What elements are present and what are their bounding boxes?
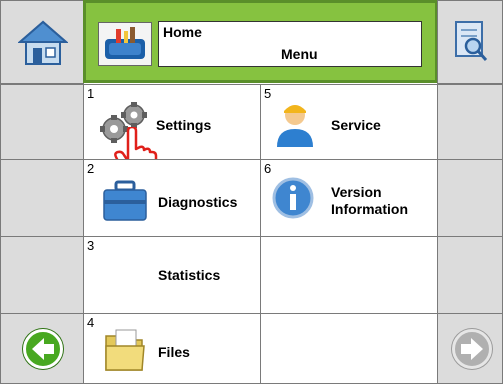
menu-item-label: Version Information [331, 184, 408, 217]
menu-item-service[interactable]: 5 Service [260, 84, 438, 160]
mailbox-icon [98, 22, 152, 66]
menu-item-number: 2 [87, 161, 95, 176]
menu-item-label: Diagnostics [158, 194, 238, 210]
page-subtitle: Menu [281, 46, 318, 62]
house-icon [18, 20, 68, 65]
menu-item-label: Statistics [158, 267, 221, 283]
document-search-button[interactable] [437, 0, 503, 84]
folder-icon [105, 329, 145, 371]
document-search-icon [455, 21, 488, 61]
menu-item-number: 3 [87, 238, 95, 253]
header-bar: Home Menu [83, 0, 438, 83]
toolbox-icon [103, 180, 147, 221]
menu-item-label: Settings [156, 117, 212, 133]
back-button[interactable] [0, 313, 84, 384]
page-title: Home [163, 24, 202, 40]
right-spacer-1 [437, 84, 503, 160]
service-person-icon [277, 105, 313, 147]
menu-item-diagnostics[interactable]: 2 Diagnostics [83, 159, 261, 237]
forward-button[interactable] [437, 313, 503, 384]
menu-item-empty-2 [260, 313, 438, 384]
menu-item-number: 1 [87, 86, 95, 101]
title-box: Home Menu [158, 21, 422, 67]
left-spacer-1 [0, 84, 84, 160]
left-spacer-2 [0, 159, 84, 237]
right-spacer-2 [437, 159, 503, 237]
main-screen: Home Menu 1 Settings 2 Diagnostics 3 Sta… [0, 0, 503, 384]
left-spacer-3 [0, 236, 84, 314]
menu-item-label: Service [331, 117, 381, 133]
info-icon [272, 177, 314, 219]
menu-item-version-information[interactable]: 6 Version Information [260, 159, 438, 237]
menu-item-settings[interactable]: 1 Settings [83, 84, 261, 183]
right-spacer-3 [437, 236, 503, 314]
menu-item-label: Files [158, 344, 190, 360]
back-arrow-icon [23, 329, 63, 369]
menu-item-empty-1 [260, 236, 438, 314]
menu-item-statistics[interactable]: 3 Statistics [83, 236, 261, 314]
menu-item-files[interactable]: 4 Files [83, 313, 261, 384]
menu-item-number: 6 [264, 161, 272, 176]
menu-item-number: 4 [87, 315, 95, 330]
forward-arrow-icon [452, 329, 492, 369]
home-button[interactable] [0, 0, 84, 84]
